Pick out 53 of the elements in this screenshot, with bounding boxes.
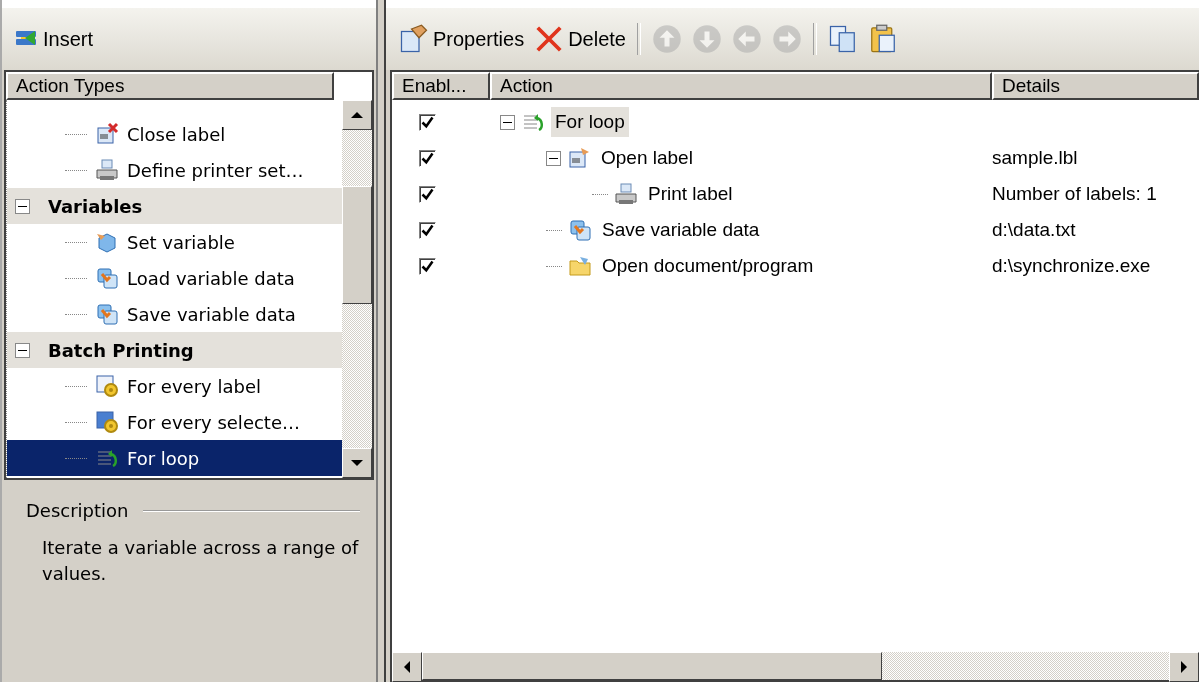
document-arrow-icon bbox=[95, 266, 119, 290]
column-header[interactable]: Enabl... bbox=[392, 72, 490, 100]
delete-button[interactable]: Delete bbox=[531, 22, 629, 56]
collapse-icon[interactable] bbox=[15, 198, 30, 214]
splitter[interactable] bbox=[376, 0, 386, 682]
vertical-scrollbar[interactable] bbox=[342, 100, 372, 478]
action-label[interactable]: Print label bbox=[644, 179, 737, 209]
document-arrow-icon bbox=[95, 302, 119, 326]
action-type-item[interactable]: Set variable bbox=[7, 224, 342, 260]
action-type-item[interactable]: Load variable data bbox=[7, 260, 342, 296]
details-cell: sample.lbl bbox=[992, 147, 1078, 168]
description-heading: Description bbox=[26, 500, 129, 521]
action-type-item[interactable]: Define printer set… bbox=[7, 152, 342, 188]
insert-button[interactable]: Insert bbox=[12, 25, 97, 53]
details-cell: Number of labels: 1 bbox=[992, 183, 1157, 204]
scroll-up-button[interactable] bbox=[342, 100, 372, 130]
label-gear-icon bbox=[95, 374, 119, 398]
properties-icon bbox=[399, 24, 429, 54]
properties-button[interactable]: Properties bbox=[396, 22, 528, 56]
collapse-icon[interactable] bbox=[500, 114, 515, 130]
window-gear-icon bbox=[95, 410, 119, 434]
scrollbar-thumb[interactable] bbox=[422, 652, 882, 680]
action-type-item[interactable]: For every label bbox=[7, 368, 342, 404]
scroll-down-button[interactable] bbox=[342, 448, 372, 478]
collapse-icon[interactable] bbox=[546, 150, 561, 166]
column-header[interactable]: Details bbox=[992, 72, 1199, 100]
action-type-item[interactable]: For loop bbox=[7, 440, 342, 476]
details-cell: d:\data.txt bbox=[992, 219, 1076, 240]
scrollbar-thumb[interactable] bbox=[342, 186, 372, 304]
action-type-item[interactable]: Close label bbox=[7, 116, 342, 152]
action-type-item[interactable]: For every selecte… bbox=[7, 404, 342, 440]
printer-icon bbox=[95, 158, 119, 182]
collapse-icon[interactable] bbox=[15, 342, 30, 358]
details-cell: d:\synchronize.exe bbox=[992, 255, 1151, 276]
action-type-item[interactable]: Save variable data bbox=[7, 296, 342, 332]
action-label[interactable]: For loop bbox=[551, 107, 629, 137]
action-label[interactable]: Open label bbox=[597, 143, 697, 173]
folder-icon bbox=[568, 254, 592, 278]
scroll-left-button[interactable] bbox=[392, 652, 422, 682]
horizontal-scrollbar[interactable] bbox=[392, 652, 1199, 680]
category-label: Variables bbox=[48, 195, 143, 217]
document-arrow-icon bbox=[568, 218, 592, 242]
column-header[interactable]: Action Types bbox=[6, 72, 334, 100]
label-icon bbox=[567, 146, 591, 170]
action-label[interactable]: Save variable data bbox=[598, 215, 764, 245]
column-header[interactable]: Action bbox=[490, 72, 992, 100]
printer-icon bbox=[614, 182, 638, 206]
scroll-right-button[interactable] bbox=[1169, 652, 1199, 682]
description-text: Iterate a variable across a range of values. bbox=[42, 536, 360, 586]
category-label: Batch Printing bbox=[48, 339, 194, 361]
action-label[interactable]: Open document/program bbox=[598, 251, 818, 281]
label-delete-icon bbox=[95, 122, 119, 146]
copy-icon bbox=[827, 24, 858, 54]
